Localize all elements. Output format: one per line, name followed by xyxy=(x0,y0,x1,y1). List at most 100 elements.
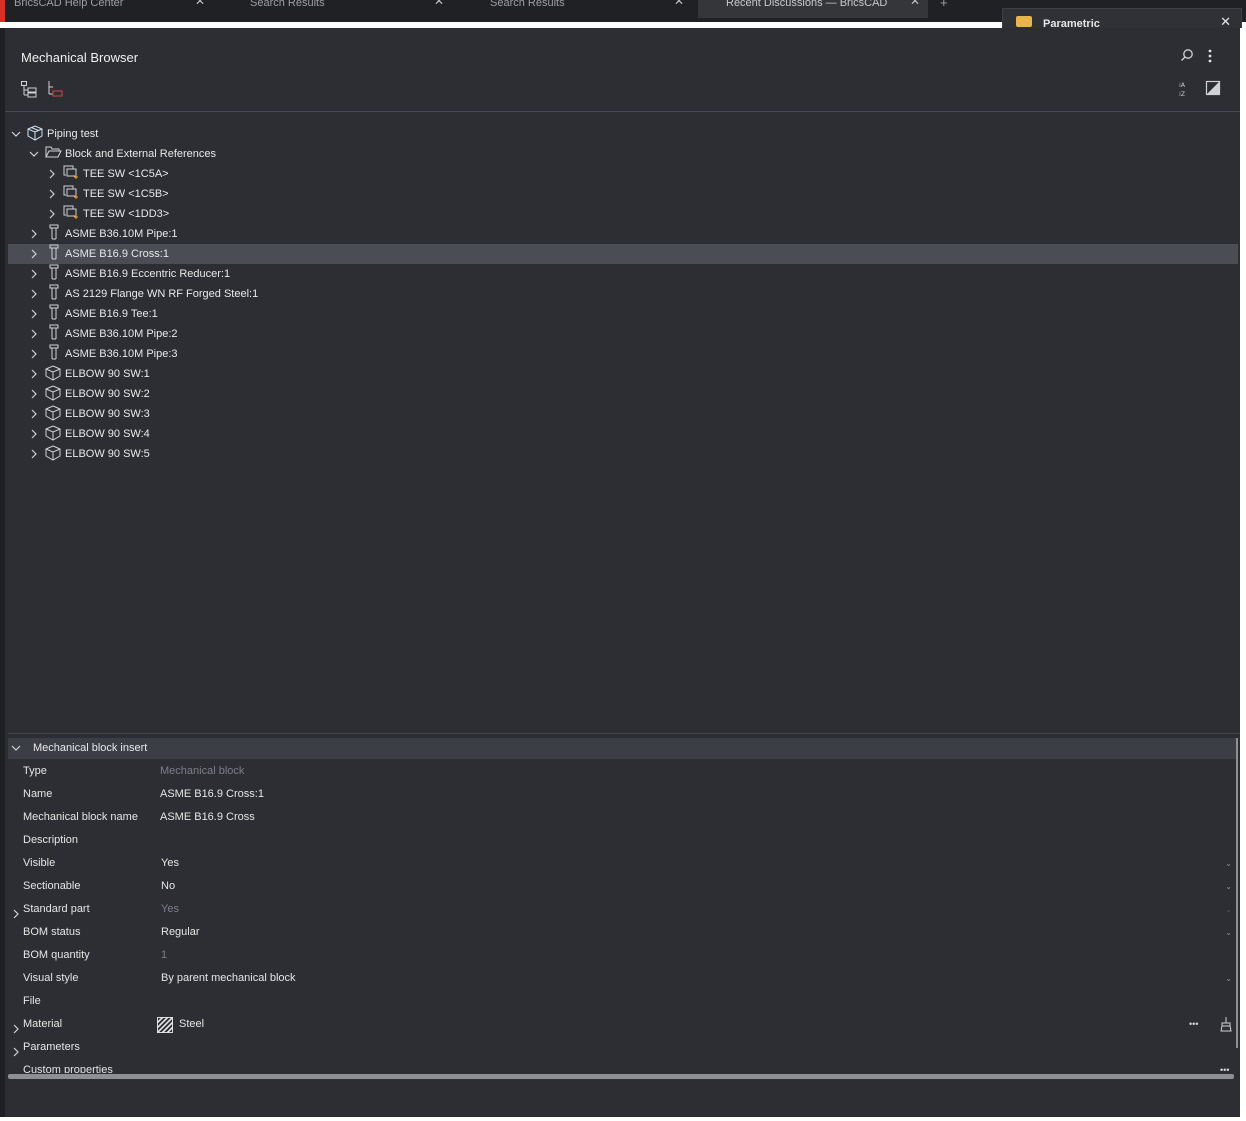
new-tab-button[interactable]: + xyxy=(940,0,960,18)
sort-az-icon[interactable]: ⁞A ⁞Z xyxy=(1179,80,1197,98)
assembly-icon xyxy=(27,125,43,141)
prop-value[interactable]: No xyxy=(161,875,175,898)
prop-row-description[interactable]: Description xyxy=(8,829,1234,852)
chevron-right-icon[interactable] xyxy=(29,449,39,459)
prop-row-standard-part[interactable]: Standard part Yes ⌄ xyxy=(8,898,1234,921)
properties-section-header[interactable]: Mechanical block insert xyxy=(8,738,1236,759)
prop-row-visible[interactable]: Visible Yes ⌄ xyxy=(8,852,1234,875)
tree-node-label: ELBOW 90 SW:4 xyxy=(65,428,150,440)
material-hatch-icon xyxy=(156,1016,174,1034)
chevron-right-icon[interactable] xyxy=(29,249,39,259)
standard-part-icon xyxy=(49,324,65,340)
prop-row-visual-style[interactable]: Visual style By parent mechanical block … xyxy=(8,967,1234,990)
browser-tab-search-2[interactable]: Search Results ✕ xyxy=(460,0,692,18)
prop-row-bom-quantity: BOM quantity 1 xyxy=(8,944,1234,967)
tree-node-cross-1[interactable]: ASME B16.9 Cross:1 xyxy=(8,244,1238,264)
tab-close-icon[interactable]: ✕ xyxy=(195,0,205,7)
prop-row-file[interactable]: File xyxy=(8,990,1234,1013)
prop-value[interactable]: Steel xyxy=(179,1013,204,1036)
chevron-right-icon[interactable] xyxy=(29,269,39,279)
tree-filter-icon[interactable] xyxy=(46,80,64,98)
chevron-down-icon[interactable]: ⌄ xyxy=(1225,967,1232,990)
visual-style-icon[interactable] xyxy=(1205,80,1223,98)
chevron-down-icon[interactable]: ⌄ xyxy=(1225,875,1232,898)
prop-row-parameters[interactable]: Parameters xyxy=(8,1036,1234,1059)
more-horizontal-icon[interactable]: ••• xyxy=(1189,1013,1198,1036)
prop-key: BOM quantity xyxy=(23,949,90,961)
chevron-right-icon[interactable] xyxy=(29,429,39,439)
tree-node-elbow-3[interactable]: ELBOW 90 SW:3 xyxy=(8,404,1238,424)
chevron-down-icon[interactable]: ⌄ xyxy=(1225,852,1232,875)
chevron-right-icon[interactable] xyxy=(47,169,57,179)
chevron-down-icon[interactable] xyxy=(29,149,39,159)
browser-tab-search-1[interactable]: Search Results ✕ xyxy=(222,0,452,18)
chevron-down-icon[interactable] xyxy=(11,743,21,753)
tree-node-tee-1dd3[interactable]: TEE SW <1DD3> xyxy=(8,204,1238,224)
prop-row-material[interactable]: Material Steel ••• xyxy=(8,1013,1234,1036)
toolbar-divider xyxy=(5,111,1245,112)
chevron-right-icon[interactable] xyxy=(29,389,39,399)
prop-key: Visual style xyxy=(23,972,79,984)
tree-node-label: TEE SW <1C5A> xyxy=(83,168,169,180)
chevron-right-icon[interactable] xyxy=(47,209,57,219)
prop-row-custom-properties[interactable]: Custom properties ••• xyxy=(8,1059,1234,1073)
more-vertical-icon[interactable] xyxy=(1207,48,1213,67)
tab-close-icon[interactable]: ✕ xyxy=(434,0,444,7)
prop-value[interactable]: By parent mechanical block xyxy=(161,967,296,990)
tab-close-icon[interactable]: ✕ xyxy=(674,0,684,7)
tree-node-label: TEE SW <1DD3> xyxy=(83,208,170,220)
tree-node-tee-1c5b[interactable]: TEE SW <1C5B> xyxy=(8,184,1238,204)
chevron-right-icon[interactable] xyxy=(29,349,39,359)
tree-view-icon[interactable] xyxy=(20,80,38,98)
chevron-down-icon[interactable]: ⌄ xyxy=(1225,921,1232,944)
chevron-right-icon[interactable] xyxy=(29,289,39,299)
tree-node-pipe-2[interactable]: ASME B36.10M Pipe:2 xyxy=(8,324,1238,344)
prop-row-bom-status[interactable]: BOM status Regular ⌄ xyxy=(8,921,1234,944)
tree-node-reducer-1[interactable]: ASME B16.9 Eccentric Reducer:1 xyxy=(8,264,1238,284)
brush-icon[interactable] xyxy=(1220,1016,1232,1032)
prop-key: Material xyxy=(23,1018,63,1030)
horizontal-scrollbar[interactable] xyxy=(8,1074,1234,1079)
prop-value[interactable]: ASME B16.9 Cross:1 xyxy=(160,783,264,806)
chevron-right-icon[interactable] xyxy=(29,309,39,319)
prop-row-name[interactable]: Name ASME B16.9 Cross:1 xyxy=(8,783,1234,806)
tree-node-label: ELBOW 90 SW:3 xyxy=(65,408,150,420)
tree-node-label: AS 2129 Flange WN RF Forged Steel:1 xyxy=(65,288,259,300)
chevron-right-icon[interactable] xyxy=(29,329,39,339)
tree-node-block-refs[interactable]: Block and External References xyxy=(8,144,1238,164)
prop-row-block-name[interactable]: Mechanical block name ASME B16.9 Cross xyxy=(8,806,1234,829)
search-icon[interactable] xyxy=(1180,48,1194,65)
prop-value[interactable]: Yes xyxy=(161,852,179,875)
tree-node-elbow-2[interactable]: ELBOW 90 SW:2 xyxy=(8,384,1238,404)
panel-splitter[interactable] xyxy=(8,733,1240,734)
tree-node-elbow-5[interactable]: ELBOW 90 SW:5 xyxy=(8,444,1238,464)
prop-row-sectionable[interactable]: Sectionable No ⌄ xyxy=(8,875,1234,898)
browser-tab-recent-discussions[interactable]: Recent Discussions — BricsCAD ✕ xyxy=(698,0,928,18)
tree-node-tee-1[interactable]: ASME B16.9 Tee:1 xyxy=(8,304,1238,324)
chevron-right-icon[interactable] xyxy=(29,369,39,379)
standard-part-icon xyxy=(49,304,65,320)
prop-value[interactable]: Regular xyxy=(161,921,200,944)
prop-value[interactable]: ASME B16.9 Cross xyxy=(160,806,255,829)
more-horizontal-icon[interactable]: ••• xyxy=(1220,1059,1229,1073)
tree-node-root[interactable]: Piping test xyxy=(8,124,1238,144)
tree-node-pipe-3[interactable]: ASME B36.10M Pipe:3 xyxy=(8,344,1238,364)
chevron-right-icon[interactable] xyxy=(47,189,57,199)
tab-label: Search Results xyxy=(250,0,325,9)
chevron-right-icon[interactable] xyxy=(29,229,39,239)
tab-close-icon[interactable]: ✕ xyxy=(910,0,920,7)
tree-node-elbow-4[interactable]: ELBOW 90 SW:4 xyxy=(8,424,1238,444)
tree-node-pipe-1[interactable]: ASME B36.10M Pipe:1 xyxy=(8,224,1238,244)
chevron-down-icon[interactable] xyxy=(11,129,21,139)
browser-tab-help-center[interactable]: BricsCAD Help Center ✕ xyxy=(8,0,213,18)
tree-node-elbow-1[interactable]: ELBOW 90 SW:1 xyxy=(8,364,1238,384)
prop-key: Name xyxy=(23,788,53,800)
chevron-right-icon[interactable] xyxy=(29,409,39,419)
tree-node-tee-1c5a[interactable]: TEE SW <1C5A> xyxy=(8,164,1238,184)
vertical-scrollbar[interactable] xyxy=(1236,738,1238,1048)
tab-label: Search Results xyxy=(490,0,565,9)
prop-row-type: Type Mechanical block xyxy=(8,760,1234,783)
tree-node-label: TEE SW <1C5B> xyxy=(83,188,169,200)
prop-value: Mechanical block xyxy=(160,765,245,777)
tree-node-flange-1[interactable]: AS 2129 Flange WN RF Forged Steel:1 xyxy=(8,284,1238,304)
